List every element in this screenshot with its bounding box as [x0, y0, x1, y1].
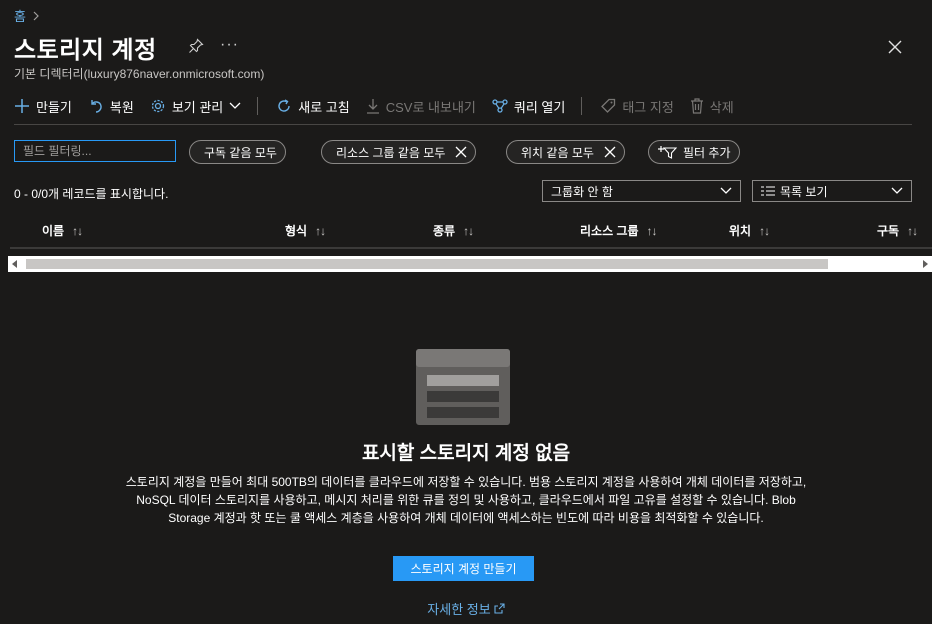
- column-label: 구독: [877, 224, 900, 238]
- plus-icon: [15, 99, 29, 113]
- add-filter-icon: [658, 146, 677, 159]
- column-header-resource-group[interactable]: 리소스 그룹 ↑↓: [580, 222, 658, 239]
- breadcrumb-home-link[interactable]: 홈: [14, 6, 26, 25]
- query-icon: [492, 99, 508, 113]
- scroll-right-arrow-icon[interactable]: [923, 260, 928, 268]
- learn-more-link[interactable]: 자세한 정보: [427, 599, 505, 618]
- scroll-left-arrow-icon[interactable]: [12, 260, 17, 268]
- table-header-divider: [10, 247, 932, 249]
- restore-button-label: 복원: [109, 99, 134, 115]
- column-header-location[interactable]: 위치 ↑↓: [729, 222, 770, 239]
- record-count: 0 - 0/0개 레코드를 표시합니다.: [14, 187, 169, 201]
- add-filter-label: 필터 추가: [683, 145, 731, 160]
- empty-state-description: 스토리지 계정을 만들어 최대 500TB의 데이터를 클라우드에 저장할 수 …: [125, 475, 807, 525]
- pin-icon[interactable]: [188, 38, 204, 54]
- create-button-label: 만들기: [36, 99, 72, 115]
- chevron-down-icon: [891, 187, 903, 194]
- tag-icon: [601, 98, 616, 113]
- view-dropdown-value: 목록 보기: [780, 184, 828, 199]
- delete-button-label: 삭제: [709, 99, 734, 115]
- create-button[interactable]: 만들기: [14, 97, 72, 116]
- delete-button[interactable]: 삭제: [690, 97, 734, 116]
- toolbar-divider: [257, 97, 259, 115]
- command-bar: 만들기 복원 보기 관리 새로 고침 CSV로 내보내기 쿼리 열기 태그 지정…: [14, 94, 750, 118]
- column-header-name[interactable]: 이름 ↑↓: [42, 222, 83, 239]
- create-storage-account-button[interactable]: 스토리지 계정 만들기: [393, 556, 534, 581]
- filter-search-input[interactable]: [14, 140, 176, 162]
- gear-icon: [151, 99, 164, 113]
- sort-icon: ↑↓: [463, 223, 474, 238]
- column-label: 리소스 그룹: [580, 224, 639, 238]
- location-filter-pill[interactable]: 위치 같음 모두: [506, 140, 625, 164]
- manage-view-button-label: 보기 관리: [171, 99, 224, 115]
- add-filter-button[interactable]: 필터 추가: [648, 140, 740, 164]
- resource-group-filter-pill[interactable]: 리소스 그룹 같음 모두: [321, 140, 477, 164]
- grouping-dropdown[interactable]: 그룹화 안 함: [542, 180, 741, 202]
- undo-icon: [91, 100, 102, 113]
- refresh-icon: [278, 99, 290, 112]
- grouping-dropdown-value: 그룹화 안 함: [551, 184, 613, 199]
- external-link-icon: [494, 603, 505, 614]
- view-dropdown[interactable]: 목록 보기: [752, 180, 912, 202]
- scrollbar-thumb[interactable]: [26, 259, 828, 269]
- list-view-icon: [761, 186, 775, 196]
- storage-account-icon: [416, 349, 510, 425]
- open-query-button[interactable]: 쿼리 열기: [492, 97, 565, 116]
- refresh-button-label: 새로 고침: [298, 99, 350, 115]
- refresh-button[interactable]: 새로 고침: [276, 97, 350, 116]
- column-header-type[interactable]: 형식 ↑↓: [285, 222, 326, 239]
- column-label: 형식: [285, 224, 308, 238]
- column-header-subscription[interactable]: 구독 ↑↓: [877, 222, 918, 239]
- location-filter-label: 위치 같음 모두: [521, 145, 594, 160]
- learn-more-label: 자세한 정보: [427, 602, 491, 617]
- trash-icon: [690, 98, 703, 114]
- more-options-button[interactable]: ···: [220, 36, 239, 54]
- toolbar-divider-line: [14, 124, 912, 125]
- directory-subtitle: 기본 디렉터리(luxury876naver.onmicrosoft.com): [14, 67, 265, 81]
- subscription-filter-pill[interactable]: 구독 같음 모두: [189, 140, 286, 164]
- resource-group-filter-label: 리소스 그룹 같음 모두: [336, 145, 446, 160]
- chevron-down-icon: [229, 102, 241, 109]
- assign-tags-button[interactable]: 태그 지정: [600, 97, 674, 116]
- view-dropdown-value-wrap: 목록 보기: [761, 183, 828, 200]
- empty-state-title: 표시할 스토리지 계정 없음: [361, 443, 571, 464]
- sort-icon: ↑↓: [646, 223, 658, 238]
- sort-icon: ↑↓: [759, 223, 770, 238]
- close-icon[interactable]: [604, 146, 616, 158]
- manage-view-button[interactable]: 보기 관리: [150, 97, 241, 116]
- restore-button[interactable]: 복원: [88, 97, 134, 116]
- page-title: 스토리지 계정: [14, 37, 157, 64]
- learn-more-container: 자세한 정보: [0, 599, 932, 618]
- subscription-filter-label: 구독 같음 모두: [204, 145, 277, 160]
- column-label: 이름: [42, 224, 65, 238]
- column-header-kind[interactable]: 종류 ↑↓: [433, 222, 474, 239]
- close-icon[interactable]: [455, 146, 467, 158]
- assign-tags-button-label: 태그 지정: [622, 99, 674, 115]
- download-icon: [366, 99, 379, 114]
- close-icon[interactable]: [886, 38, 904, 56]
- sort-icon: ↑↓: [907, 223, 918, 238]
- column-label: 위치: [729, 224, 752, 238]
- horizontal-scrollbar[interactable]: [8, 256, 932, 272]
- export-csv-button-label: CSV로 내보내기: [385, 99, 476, 115]
- toolbar-divider: [581, 97, 583, 115]
- sort-icon: ↑↓: [315, 223, 326, 238]
- chevron-right-icon: [33, 11, 39, 20]
- sort-icon: ↑↓: [72, 223, 83, 238]
- open-query-button-label: 쿼리 열기: [513, 99, 566, 115]
- breadcrumb: 홈: [14, 6, 40, 25]
- column-label: 종류: [433, 224, 456, 238]
- chevron-down-icon: [720, 187, 732, 194]
- export-csv-button[interactable]: CSV로 내보내기: [366, 97, 476, 116]
